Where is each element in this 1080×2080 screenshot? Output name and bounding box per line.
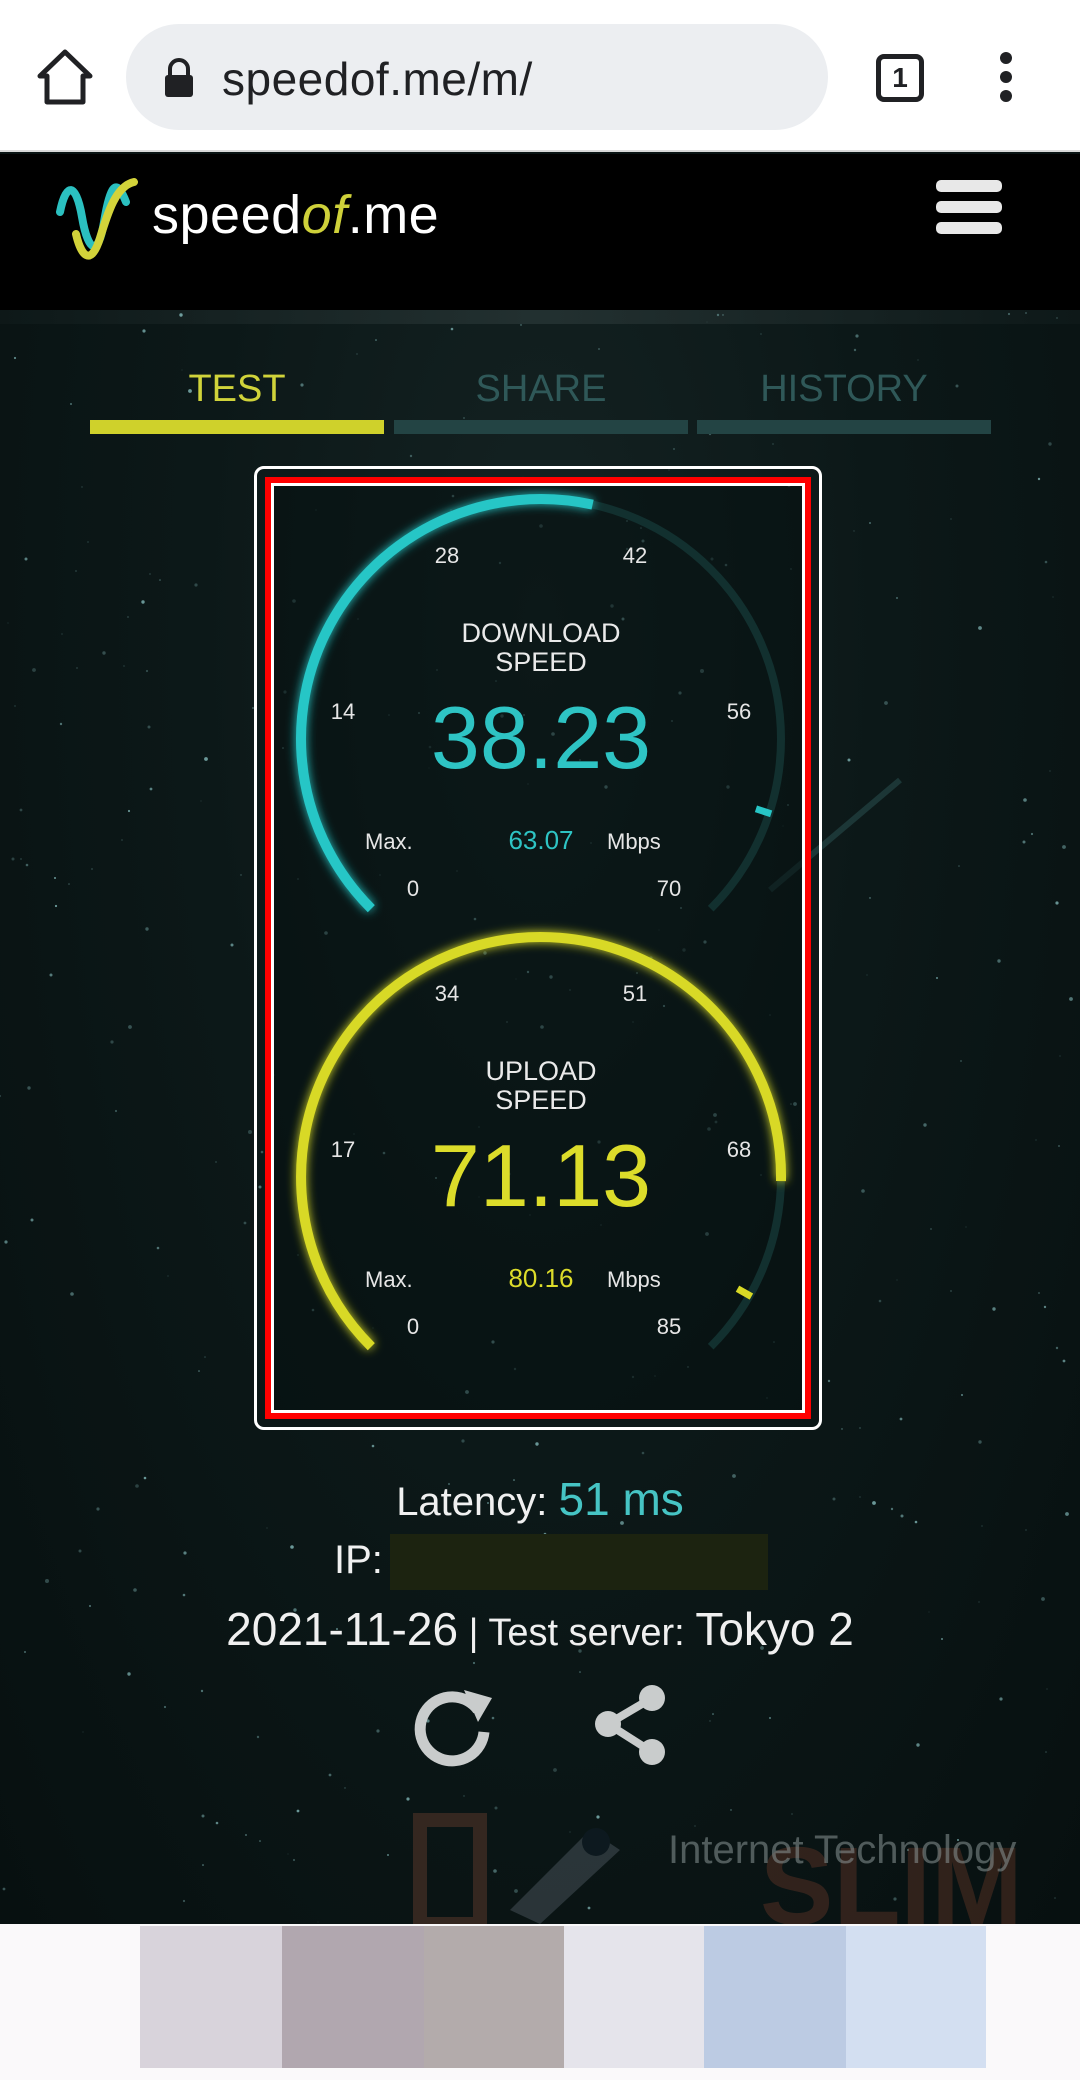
- download-tick-0: 0: [407, 876, 419, 901]
- address-bar[interactable]: speedof.me/m/: [126, 24, 828, 130]
- logo-wordmark[interactable]: speedof.me: [152, 184, 439, 246]
- browser-toolbar: speedof.me/m/ 1: [0, 0, 1080, 152]
- upload-gauge: 34 51 17 68 0 85 UPLOAD SPEED 71.13 Max.…: [296, 932, 787, 1351]
- download-max-marker: [754, 805, 773, 818]
- upload-tick-68: 68: [727, 1137, 751, 1162]
- ad-swatch-1: [140, 1926, 282, 2068]
- ip-label: IP:: [334, 1538, 383, 1582]
- refresh-icon[interactable]: [408, 1680, 498, 1770]
- more-vert-icon[interactable]: [990, 52, 1022, 104]
- upload-tick-51: 51: [623, 981, 647, 1006]
- download-tick-42: 42: [623, 543, 647, 568]
- ad-swatch-3: [424, 1926, 564, 2068]
- ad-swatch-6: [846, 1926, 986, 2068]
- upload-title: UPLOAD: [485, 1056, 596, 1086]
- upload-tick-17: 17: [331, 1137, 355, 1162]
- tab-history[interactable]: HISTORY: [697, 368, 991, 411]
- hamburger-icon[interactable]: [936, 180, 1006, 240]
- site-header: speedof.me: [0, 154, 1080, 310]
- lock-icon: [165, 58, 193, 97]
- logo-icon[interactable]: [56, 172, 138, 264]
- server-label: Test server:: [488, 1612, 685, 1654]
- test-date: 2021-11-26: [226, 1603, 459, 1655]
- upload-max-label: Max.: [365, 1267, 413, 1292]
- download-gauge: 28 42 14 56 0 70 DOWNLOAD SPEED 38.23 Ma…: [296, 493, 785, 913]
- latency-label: Latency:: [396, 1480, 548, 1524]
- download-speed-value: 38.23: [431, 688, 651, 787]
- upload-title-line2: SPEED: [495, 1085, 587, 1115]
- upload-tick-34: 34: [435, 981, 459, 1006]
- home-icon[interactable]: [34, 46, 96, 108]
- download-tick-28: 28: [435, 543, 459, 568]
- tab-share-indicator: [394, 420, 688, 434]
- share-icon[interactable]: [586, 1680, 676, 1770]
- download-title-line2: SPEED: [495, 647, 587, 677]
- ad-swatch-5: [704, 1926, 846, 2068]
- tab-switcher-icon[interactable]: 1: [876, 54, 924, 102]
- tab-history-indicator: [697, 420, 991, 434]
- tab-test[interactable]: TEST: [90, 368, 384, 411]
- upload-max-value: 80.16: [508, 1263, 573, 1293]
- latency-row: Latency: 51 ms: [0, 1472, 1080, 1526]
- watermark-text: Internet Technology: [668, 1828, 1017, 1872]
- download-max-label: Max.: [365, 829, 413, 854]
- speed-gauges: 28 42 14 56 0 70 DOWNLOAD SPEED 38.23 Ma…: [296, 493, 787, 1351]
- meta-separator: |: [468, 1612, 479, 1654]
- upload-unit: Mbps: [607, 1267, 661, 1292]
- download-title: DOWNLOAD: [461, 618, 620, 648]
- download-tick-70: 70: [657, 876, 681, 901]
- download-max-value: 63.07: [508, 825, 573, 855]
- url-text[interactable]: speedof.me/m/: [222, 52, 533, 106]
- upload-tick-85: 85: [657, 1314, 681, 1339]
- test-meta-row: 2021-11-26 | Test server: Tokyo 2: [0, 1602, 1080, 1656]
- server-value: Tokyo 2: [695, 1603, 854, 1655]
- download-tick-56: 56: [727, 699, 751, 724]
- upload-tick-0: 0: [407, 1314, 419, 1339]
- ad-swatch-4: [564, 1926, 704, 2068]
- ad-swatch-2: [282, 1926, 424, 2068]
- download-tick-14: 14: [331, 699, 355, 724]
- ip-value-redacted: [390, 1534, 768, 1590]
- tab-test-indicator: [90, 420, 384, 434]
- upload-speed-value: 71.13: [431, 1126, 651, 1225]
- tab-share[interactable]: SHARE: [394, 368, 688, 411]
- download-unit: Mbps: [607, 829, 661, 854]
- latency-value: 51 ms: [558, 1473, 684, 1525]
